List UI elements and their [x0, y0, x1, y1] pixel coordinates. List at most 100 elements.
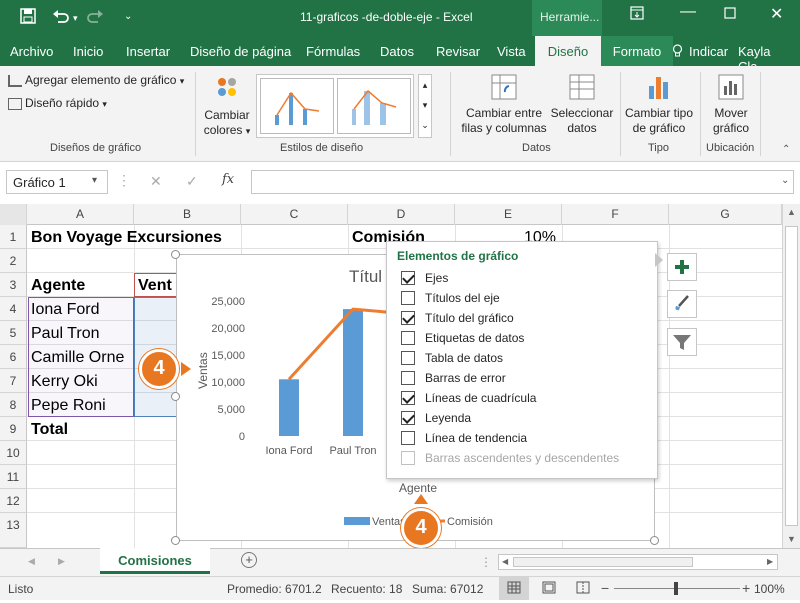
change-chart-type-button[interactable]: Cambiar tipo de gráfico: [622, 72, 696, 136]
tab-datos[interactable]: Datos: [380, 44, 414, 59]
zoom-out-icon[interactable]: −: [601, 580, 609, 596]
close-icon[interactable]: ✕: [770, 4, 783, 24]
tab-diseno-pagina[interactable]: Diseño de página: [190, 44, 291, 59]
cell-a7[interactable]: Kerry Oki: [31, 373, 98, 391]
checkbox[interactable]: [401, 351, 415, 365]
scroll-right-icon[interactable]: ▶: [767, 557, 773, 566]
checkbox[interactable]: [401, 431, 415, 445]
column-header-a[interactable]: A: [27, 204, 134, 225]
collapse-ribbon-icon[interactable]: ⌃: [782, 144, 790, 155]
lightbulb-icon[interactable]: [672, 44, 683, 61]
tab-revisar[interactable]: Revisar: [436, 44, 480, 59]
column-header-f[interactable]: F: [562, 204, 669, 225]
scroll-up-icon[interactable]: ▲: [787, 207, 796, 217]
checkbox[interactable]: [401, 271, 415, 285]
scroll-left-icon[interactable]: ◀: [502, 557, 508, 566]
horizontal-scrollbar[interactable]: ◀ ▶: [498, 554, 778, 570]
tell-me-search[interactable]: Indicar: [689, 44, 728, 59]
row-header[interactable]: 3: [0, 273, 27, 297]
next-sheet-icon[interactable]: ▶: [58, 556, 65, 567]
confirm-icon[interactable]: ✓: [186, 173, 198, 190]
chart-style-1-thumbnail[interactable]: [260, 78, 334, 134]
sheet-tab-comisiones[interactable]: Comisiones: [100, 548, 210, 574]
row-header[interactable]: 4: [0, 297, 27, 321]
row-header[interactable]: 5: [0, 321, 27, 345]
name-box-dropdown-icon[interactable]: ▾: [92, 175, 97, 186]
gallery-scroll[interactable]: ▴ ▾ ⌄: [418, 74, 432, 138]
chart-style-gallery[interactable]: [256, 74, 414, 138]
row-header[interactable]: 7: [0, 369, 27, 393]
row-header[interactable]: 6: [0, 345, 27, 369]
tab-formulas[interactable]: Fórmulas: [306, 44, 360, 59]
move-chart-button[interactable]: Mover gráfico: [704, 72, 758, 136]
resize-handle[interactable]: [171, 536, 180, 545]
column-header-d[interactable]: D: [348, 204, 455, 225]
switch-row-column-button[interactable]: Cambiar entre filas y columnas: [460, 72, 548, 136]
add-chart-element-button[interactable]: Agregar elemento de gráfico ▾: [8, 73, 184, 89]
select-data-button[interactable]: Seleccionar datos: [548, 72, 616, 136]
resize-handle[interactable]: [171, 392, 180, 401]
tab-archivo[interactable]: Archivo: [10, 44, 53, 59]
ribbon-display-icon[interactable]: [630, 6, 644, 25]
tab-diseno[interactable]: Diseño: [535, 36, 601, 66]
checkbox[interactable]: [401, 371, 415, 385]
change-colors-button[interactable]: Cambiar colores ▾: [202, 74, 252, 139]
prev-sheet-icon[interactable]: ◀: [28, 556, 35, 567]
cell-a9[interactable]: Total: [31, 421, 68, 439]
row-header[interactable]: 10: [0, 441, 27, 465]
row-header[interactable]: 9: [0, 417, 27, 441]
chart-style-2-thumbnail[interactable]: [337, 78, 411, 134]
row-header[interactable]: 2: [0, 249, 27, 273]
cell-a6[interactable]: Camille Orne: [31, 349, 124, 367]
scroll-thumb[interactable]: [785, 226, 798, 526]
column-header-c[interactable]: C: [241, 204, 348, 225]
checkbox[interactable]: [401, 311, 415, 325]
chart-styles-button[interactable]: [667, 290, 697, 318]
cell-a5[interactable]: Paul Tron: [31, 325, 99, 343]
checkbox[interactable]: [401, 291, 415, 305]
column-header-b[interactable]: B: [134, 204, 241, 225]
redo-icon[interactable]: [86, 8, 104, 28]
row-header[interactable]: 11: [0, 465, 27, 489]
maximize-icon[interactable]: [724, 6, 736, 24]
cell-a8[interactable]: Pepe Roni: [31, 397, 106, 415]
checkbox[interactable]: [401, 331, 415, 345]
row-header[interactable]: 12: [0, 489, 27, 513]
undo-dropdown-icon[interactable]: ▾: [73, 13, 78, 24]
zoom-slider-thumb[interactable]: [674, 582, 678, 595]
resize-handle[interactable]: [650, 536, 659, 545]
column-header-e[interactable]: E: [455, 204, 562, 225]
minimize-icon[interactable]: —: [680, 3, 696, 21]
tab-insertar[interactable]: Insertar: [126, 44, 170, 59]
resize-handle[interactable]: [171, 250, 180, 259]
tab-formato[interactable]: Formato: [601, 36, 673, 66]
column-header-g[interactable]: G: [669, 204, 782, 225]
expand-formula-bar-icon[interactable]: ⌄: [781, 175, 789, 186]
chart-filters-button[interactable]: [667, 328, 697, 356]
scroll-down-icon[interactable]: ▼: [787, 534, 796, 544]
zoom-level[interactable]: 100%: [754, 582, 785, 596]
customize-toolbar-icon[interactable]: ⌄: [124, 11, 132, 22]
tab-inicio[interactable]: Inicio: [73, 44, 103, 59]
row-header[interactable]: 8: [0, 393, 27, 417]
cell-a4[interactable]: Iona Ford: [31, 301, 99, 319]
cancel-icon[interactable]: ✕: [150, 173, 162, 190]
checkbox[interactable]: [401, 391, 415, 405]
undo-icon[interactable]: [52, 8, 70, 28]
horizontal-scroll-thumb[interactable]: [513, 557, 693, 567]
quick-layout-button[interactable]: Diseño rápido ▾: [8, 96, 107, 112]
tab-vista[interactable]: Vista: [497, 44, 526, 59]
insert-function-icon[interactable]: fx: [222, 172, 234, 187]
cell-a1[interactable]: Bon Voyage Excursiones: [31, 229, 222, 247]
cell-a3[interactable]: Agente: [31, 277, 85, 295]
cell-b3[interactable]: Vent: [138, 277, 172, 295]
select-all-corner[interactable]: [0, 204, 27, 225]
row-header[interactable]: 13: [0, 513, 27, 548]
save-icon[interactable]: [20, 8, 36, 28]
vertical-scrollbar[interactable]: ▲ ▼: [782, 204, 800, 548]
zoom-in-icon[interactable]: +: [742, 580, 750, 596]
chart-elements-button[interactable]: [667, 253, 697, 281]
page-break-view-button[interactable]: [568, 576, 598, 600]
tab-splitter-icon[interactable]: ⋮: [480, 555, 492, 569]
checkbox[interactable]: [401, 411, 415, 425]
